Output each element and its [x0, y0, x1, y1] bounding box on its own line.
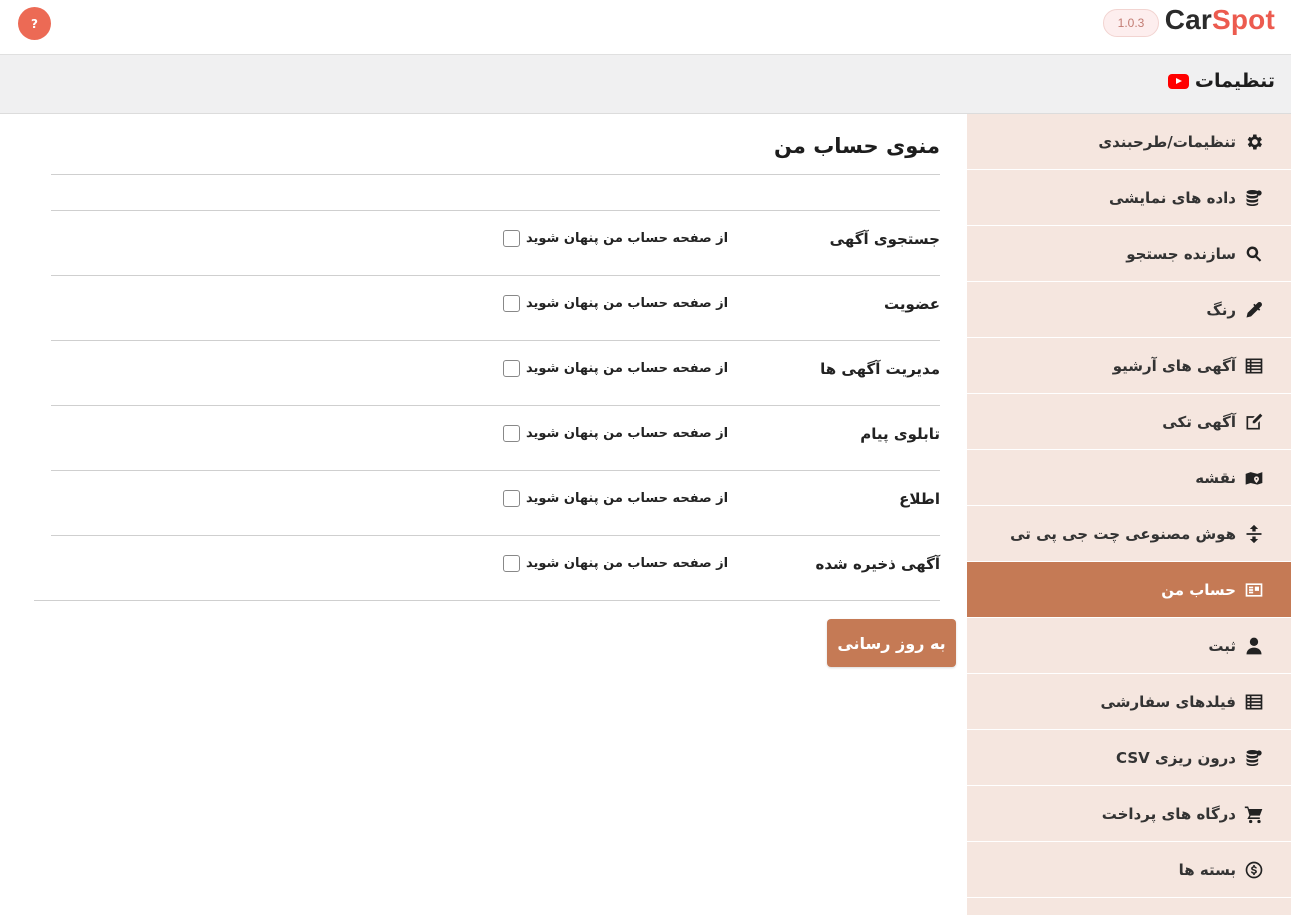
sidebar-item-my-account[interactable]: حساب من [967, 562, 1291, 618]
row-label-message-board: تابلوی پیام [860, 425, 940, 443]
hide-checkbox-notification[interactable]: از صفحه حساب من پنهان شوید [503, 490, 728, 507]
sidebar-item-archive-ads[interactable]: آگهی های آرشیو [967, 338, 1291, 394]
page-title: تنظیمات [1167, 70, 1275, 92]
sidebar-item-label: نقشه [1195, 468, 1236, 487]
checkbox-label: از صفحه حساب من پنهان شوید [526, 296, 729, 311]
top-bar: ? 1.0.3 CarSpot [0, 0, 1291, 55]
divider [34, 600, 940, 601]
edit-icon [1243, 411, 1265, 433]
dollar-icon [1243, 859, 1265, 881]
sidebar-item-label: داده های نمایشی [1108, 188, 1236, 207]
logo: CarSpot [1165, 4, 1275, 36]
sidebar-item-custom-fields[interactable]: فیلدهای سفارشی [967, 674, 1291, 730]
divider [51, 340, 940, 341]
checkbox-label: از صفحه حساب من پنهان شوید [526, 491, 729, 506]
sidebar-item-search-builder[interactable]: سازنده جستجو [967, 226, 1291, 282]
divider [51, 405, 940, 406]
settings-header: تنظیمات [0, 55, 1291, 114]
update-button[interactable]: به روز رسانی [827, 619, 956, 667]
sidebar-item-register[interactable]: ثبت [967, 618, 1291, 674]
sidebar-item-color[interactable]: رنگ [967, 282, 1291, 338]
hide-checkbox-ad-search[interactable]: از صفحه حساب من پنهان شوید [503, 230, 728, 247]
divider [51, 210, 940, 211]
sidebar-item-label: هوش مصنوعی چت جی پی تی [1010, 524, 1236, 543]
row-label-saved-ads: آگهی ذخیره شده [815, 555, 940, 573]
sidebar-item-label: درگاه های پرداخت [1101, 804, 1236, 823]
search-icon [1243, 243, 1265, 265]
checkbox-label: از صفحه حساب من پنهان شوید [526, 556, 729, 571]
list-icon [1243, 355, 1265, 377]
sidebar: تنظیمات/طرحبندی داده های نمایشی سازنده ج… [967, 114, 1291, 915]
page-title-text: تنظیمات [1194, 70, 1275, 92]
help-button[interactable]: ? [18, 7, 51, 40]
checkbox[interactable] [503, 490, 520, 507]
checkbox[interactable] [503, 295, 520, 312]
divider [51, 535, 940, 536]
sidebar-item-layout[interactable]: تنظیمات/طرحبندی [967, 114, 1291, 170]
main-content: منوی حساب من جستجوی آگهی از صفحه حساب من… [0, 114, 967, 915]
checkbox[interactable] [503, 230, 520, 247]
cart-icon [1243, 803, 1265, 825]
sidebar-item-demo-data[interactable]: داده های نمایشی [967, 170, 1291, 226]
database-icon [1243, 747, 1265, 769]
sidebar-item-single-ad[interactable]: آگهی تکی [967, 394, 1291, 450]
checkbox[interactable] [503, 555, 520, 572]
sidebar-item-label: آگهی های آرشیو [1112, 356, 1236, 375]
sidebar-item-csv-import[interactable]: درون ریزی CSV [967, 730, 1291, 786]
logo-text-spot: Spot [1211, 4, 1275, 35]
database-icon [1243, 187, 1265, 209]
sidebar-item-label: تنظیمات/طرحبندی [1098, 132, 1236, 151]
youtube-icon[interactable] [1167, 73, 1189, 89]
sidebar-item-chatgpt[interactable]: هوش مصنوعی چت جی پی تی [967, 506, 1291, 562]
account-icon [1243, 579, 1265, 601]
sidebar-item-label: آگهی تکی [1162, 412, 1236, 431]
sidebar-item-payment-gateways[interactable]: درگاه های پرداخت [967, 786, 1291, 842]
hide-checkbox-saved-ads[interactable]: از صفحه حساب من پنهان شوید [503, 555, 728, 572]
version-badge: 1.0.3 [1103, 9, 1159, 37]
divider [51, 174, 940, 175]
hide-checkbox-membership[interactable]: از صفحه حساب من پنهان شوید [503, 295, 728, 312]
sidebar-item-label: رنگ [1206, 300, 1236, 319]
divider [51, 470, 940, 471]
sidebar-item-label: سازنده جستجو [1126, 244, 1236, 263]
checkbox[interactable] [503, 360, 520, 377]
ai-icon [1243, 523, 1265, 545]
checkbox[interactable] [503, 425, 520, 442]
sidebar-item-map[interactable]: نقشه [967, 450, 1291, 506]
checkbox-label: از صفحه حساب من پنهان شوید [526, 231, 729, 246]
divider [51, 275, 940, 276]
row-label-manage-ads: مدیریت آگهی ها [820, 360, 940, 378]
logo-text-car: Car [1164, 4, 1212, 35]
eyedropper-icon [1243, 299, 1265, 321]
row-label-ad-search: جستجوی آگهی [829, 230, 940, 248]
map-icon [1243, 467, 1265, 489]
hide-checkbox-manage-ads[interactable]: از صفحه حساب من پنهان شوید [503, 360, 728, 377]
sidebar-item-packages[interactable]: بسته ها [967, 842, 1291, 898]
row-label-membership: عضویت [884, 295, 940, 313]
checkbox-label: از صفحه حساب من پنهان شوید [526, 426, 729, 441]
sidebar-item-label: درون ریزی CSV [1116, 748, 1236, 767]
row-label-notification: اطلاع [899, 490, 940, 508]
sidebar-item-label: حساب من [1161, 580, 1236, 599]
sidebar-item-label: فیلدهای سفارشی [1100, 692, 1236, 711]
list-icon [1243, 691, 1265, 713]
sidebar-item-label: ثبت [1208, 636, 1236, 655]
user-icon [1243, 635, 1265, 657]
sidebar-item-label: بسته ها [1178, 860, 1236, 879]
section-title: منوی حساب من [773, 134, 940, 158]
checkbox-label: از صفحه حساب من پنهان شوید [526, 361, 729, 376]
hide-checkbox-message-board[interactable]: از صفحه حساب من پنهان شوید [503, 425, 728, 442]
gear-icon [1243, 131, 1265, 153]
